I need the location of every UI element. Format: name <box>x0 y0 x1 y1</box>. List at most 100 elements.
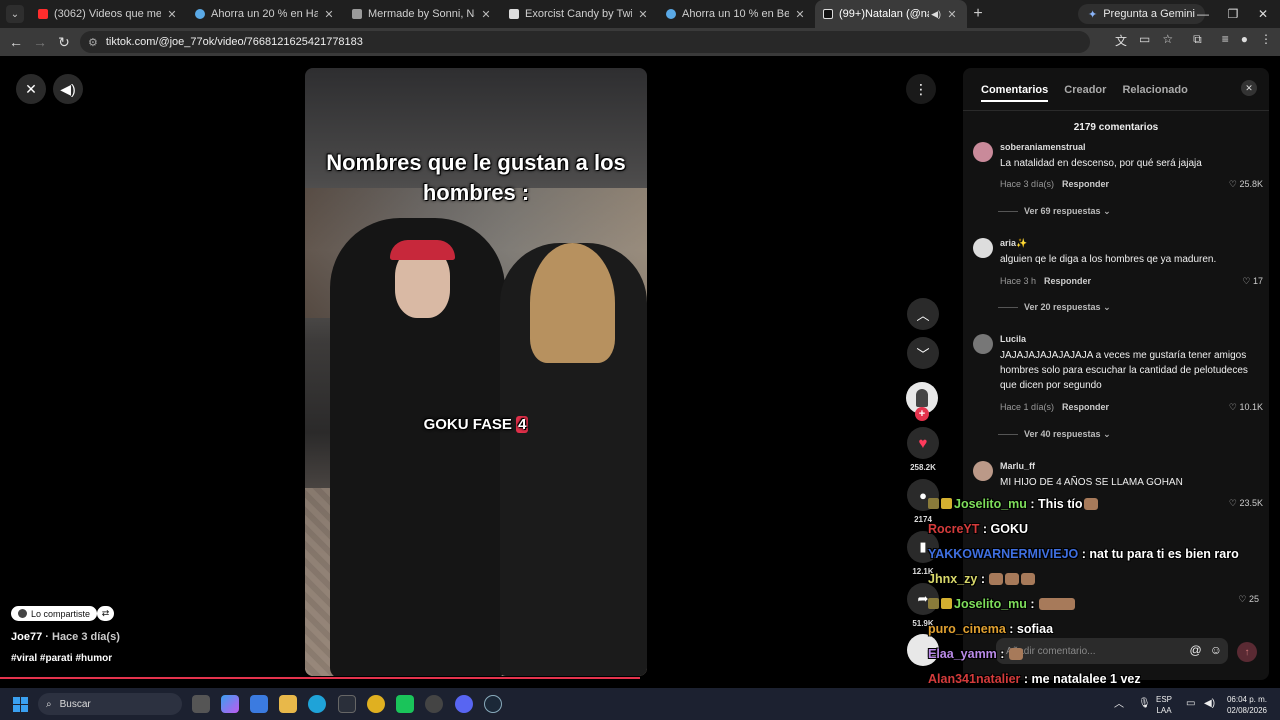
emoji-icon[interactable]: ☺ <box>1210 643 1222 657</box>
close-panel-icon[interactable]: ✕ <box>1241 80 1257 96</box>
app-icon[interactable] <box>425 695 443 713</box>
steam-icon[interactable] <box>484 695 502 713</box>
reply-button[interactable]: Responder <box>1044 276 1091 286</box>
mention-icon[interactable]: @ <box>1190 643 1202 657</box>
close-tab-icon[interactable]: ✕ <box>165 8 179 21</box>
comment-likes[interactable]: ♡ 25 <box>1238 594 1259 605</box>
close-tab-icon[interactable]: ✕ <box>322 8 336 21</box>
like-count: 258.2K <box>910 463 936 472</box>
taskbar-search[interactable]: ⌕ Buscar <box>38 693 182 715</box>
store-icon[interactable] <box>250 695 268 713</box>
next-video-icon[interactable]: ﹀ <box>907 337 939 369</box>
previous-video-icon[interactable]: ︿ <box>907 298 939 330</box>
video-author[interactable]: Joe77 · Hace 3 día(s) <box>11 631 120 643</box>
video-person <box>500 243 647 676</box>
chrome-icon[interactable] <box>367 695 385 713</box>
avatar[interactable] <box>973 238 993 258</box>
gemini-label: Pregunta a Gemini <box>1103 8 1195 20</box>
chevron-up-icon[interactable]: ︿ <box>1114 699 1124 710</box>
new-tab-icon[interactable]: + <box>967 5 989 23</box>
browser-tab[interactable]: Mermade by Sonni, Nana, Yeup ✕ <box>344 0 501 28</box>
edge-icon[interactable] <box>308 695 326 713</box>
chat-text: GOKU <box>990 522 1029 536</box>
view-replies-button[interactable]: Ver 40 respuestas ⌄ <box>998 429 1111 440</box>
close-icon[interactable]: ✕ <box>16 74 46 104</box>
restore-icon[interactable]: ❐ <box>1218 0 1248 28</box>
avatar[interactable] <box>973 142 993 162</box>
cast-icon[interactable]: ▭ <box>1139 32 1150 49</box>
comment-input[interactable]: Añadir comentario... @ ☺ <box>996 638 1228 664</box>
file-explorer-icon[interactable] <box>279 695 297 713</box>
view-replies-button[interactable]: Ver 20 respuestas ⌄ <box>998 302 1111 313</box>
reply-button[interactable]: Responder <box>1062 179 1109 189</box>
close-tab-icon[interactable]: ✕ <box>793 8 807 21</box>
app-icon[interactable] <box>338 695 356 713</box>
gemini-icon: ✦ <box>1088 8 1098 21</box>
volume-icon[interactable]: ◀) <box>53 74 83 104</box>
comment-likes[interactable]: ♡ 25.8K <box>1229 179 1263 190</box>
translate-icon[interactable]: 文 <box>1115 32 1127 49</box>
video-player[interactable]: Nombres que le gustan a los hombres : GO… <box>305 68 647 676</box>
close-tab-icon[interactable]: ✕ <box>479 8 493 21</box>
browser-tab-active[interactable]: (99+)Natalan (@natalanx) ◀) ✕ <box>815 0 967 28</box>
clock[interactable]: 06:04 p. m. 02/08/2026 <box>1224 694 1270 716</box>
video-progress-bar[interactable] <box>0 677 640 679</box>
comment-user[interactable]: Marlu_ff <box>1000 461 1035 471</box>
gemini-button[interactable]: ✦ Pregunta a Gemini <box>1078 4 1205 24</box>
browser-tab[interactable]: Ahorra un 10 % en Below, Rust ✕ <box>658 0 815 28</box>
tab-search-icon[interactable]: ⌄ <box>6 5 24 23</box>
hashtags[interactable]: #viral #parati #humor <box>11 653 112 664</box>
tab-comments[interactable]: Comentarios <box>981 84 1049 102</box>
comment-likes[interactable]: ♡ 23.5K <box>1229 498 1263 509</box>
forward-icon[interactable]: → <box>28 34 52 50</box>
comment-likes[interactable]: ♡ 10.1K <box>1229 402 1263 413</box>
extensions-icon[interactable]: ⧉ <box>1193 32 1202 49</box>
browser-tab[interactable]: Ahorra un 20 % en Hachishaku ✕ <box>187 0 344 28</box>
reply-button[interactable]: Responder <box>1062 402 1109 412</box>
profile-avatar-icon[interactable]: ● <box>1241 32 1248 49</box>
follow-plus-icon[interactable]: + <box>915 407 929 421</box>
close-tab-icon[interactable]: ✕ <box>636 8 650 21</box>
language-indicator[interactable]: ESP LAA <box>1156 694 1172 716</box>
steam-icon <box>666 9 676 19</box>
windows-taskbar: ⌕ Buscar ︿ ESP LAA 🎙 ▭ ◀) 06:04 p. m. 02… <box>0 688 1280 720</box>
discord-icon[interactable] <box>455 695 473 713</box>
emote-icon <box>1021 573 1036 585</box>
tab-title: Mermade by Sonni, Nana, Yeup <box>368 8 475 20</box>
menu-icon[interactable]: ⋮ <box>1260 32 1272 49</box>
browser-tab[interactable]: (3062) Videos que me gustan ✕ <box>30 0 187 28</box>
more-options-icon[interactable]: ⋮ <box>906 74 936 104</box>
badge-icon <box>928 598 939 609</box>
minimize-icon[interactable]: — <box>1188 0 1218 28</box>
reading-list-icon[interactable]: ≡ <box>1222 32 1229 49</box>
close-window-icon[interactable]: ✕ <box>1248 0 1278 28</box>
comment-likes[interactable]: ♡ 17 <box>1242 276 1263 287</box>
copilot-icon[interactable] <box>221 695 239 713</box>
speaker-icon[interactable]: ◀) <box>931 9 941 20</box>
heart-icon[interactable]: ♥ <box>907 427 939 459</box>
comment-user[interactable]: aria✨ <box>1000 238 1027 249</box>
tab-related[interactable]: Relacionado <box>1122 84 1187 102</box>
tab-creator[interactable]: Creador <box>1064 84 1106 102</box>
network-icon[interactable]: ▭ <box>1186 698 1195 709</box>
site-info-icon[interactable]: ⚙ <box>88 36 98 49</box>
avatar[interactable] <box>973 334 993 354</box>
app-icon[interactable] <box>396 695 414 713</box>
bookmark-star-icon[interactable]: ☆ <box>1162 32 1173 49</box>
address-bar[interactable]: ⚙ tiktok.com/@joe_77ok/video/76681216254… <box>80 31 1090 53</box>
repost-icon[interactable]: ⇄ <box>97 606 114 621</box>
comment-user[interactable]: Lucila <box>1000 334 1026 344</box>
windows-start-icon[interactable] <box>13 697 28 712</box>
task-view-icon[interactable] <box>192 695 210 713</box>
browser-tab[interactable]: Exorcist Candy by Twist And Sc ✕ <box>501 0 658 28</box>
avatar[interactable] <box>973 461 993 481</box>
back-icon[interactable]: ← <box>4 34 28 50</box>
close-tab-icon[interactable]: ✕ <box>945 8 959 21</box>
microphone-icon[interactable]: 🎙 <box>1138 698 1151 709</box>
comment-user[interactable]: soberaniamenstrual <box>1000 142 1086 152</box>
volume-icon[interactable]: ◀) <box>1204 698 1215 709</box>
shared-badge[interactable]: Lo compartiste <box>11 606 98 621</box>
reload-icon[interactable]: ↻ <box>52 34 76 51</box>
view-replies-button[interactable]: Ver 69 respuestas ⌄ <box>998 206 1111 217</box>
send-icon[interactable]: ↑ <box>1237 642 1257 662</box>
